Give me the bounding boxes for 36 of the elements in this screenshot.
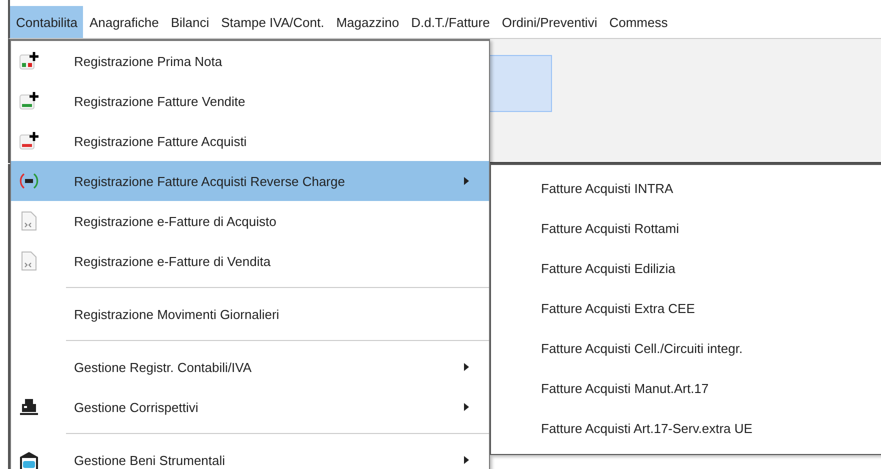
menu-item[interactable]: Fatture Acquisti Edilizia [491,248,881,288]
menu-item[interactable]: Fatture Acquisti INTRA [491,168,881,208]
submenu-arrow-icon [464,403,469,411]
menu-item[interactable]: Registrazione Fatture Acquisti [11,121,489,161]
menu-item[interactable]: Registrazione e-Fatture di Vendita [11,241,489,281]
menu-item[interactable]: Fatture Acquisti Art.17-Serv.extra UE [491,408,881,448]
menu-item[interactable]: Fatture Acquisti Manut.Art.17 [491,368,881,408]
menu-bar-item[interactable]: Commess [603,6,674,38]
menu-item[interactable]: Gestione Corrispettivi [11,387,489,427]
document-plus-icon [19,91,39,111]
menu-item[interactable]: Fatture Acquisti Cell./Circuiti integr. [491,328,881,368]
menu-bar-item[interactable]: Ordini/Preventivi [496,6,604,38]
document-icon [19,251,39,271]
submenu-arrow-icon [464,456,469,464]
menu-item[interactable]: Gestione Registr. Contabili/IVA [11,347,489,387]
menu-item[interactable]: Registrazione Fatture Acquisti Reverse Charge [11,161,489,201]
cash-register-icon [19,397,39,417]
menu-bar-item[interactable]: Contabilita [10,6,84,38]
menu-item[interactable]: Registrazione Fatture Vendite [11,81,489,121]
document-icon [19,211,39,231]
submenu-arrow-icon [464,363,469,371]
exchange-icon [19,171,39,191]
menu-bar-item[interactable]: Bilanci [164,6,216,38]
menu-item[interactable]: Registrazione Prima Nota [11,41,489,81]
submenu-arrow-icon [464,177,469,185]
menu-bar-item[interactable]: D.d.T./Fatture [405,6,496,38]
menu-bar-item[interactable]: Anagrafiche [83,6,165,38]
menu-item[interactable]: Registrazione e-Fatture di Acquisto [11,201,489,241]
menu-item[interactable]: Fatture Acquisti Extra CEE [491,288,881,328]
menu-bar-item[interactable]: Stampe IVA/Cont. [215,6,330,38]
menu-item[interactable]: Gestione Beni Strumentali [11,440,489,469]
document-plus-icon [19,51,39,71]
menu-bar-item[interactable]: Magazzino [330,6,406,38]
menu-item[interactable]: Fatture Acquisti Rottami [491,208,881,248]
menu-item[interactable]: Registrazione Movimenti Giornalieri [11,294,489,334]
document-plus-icon [19,131,39,151]
